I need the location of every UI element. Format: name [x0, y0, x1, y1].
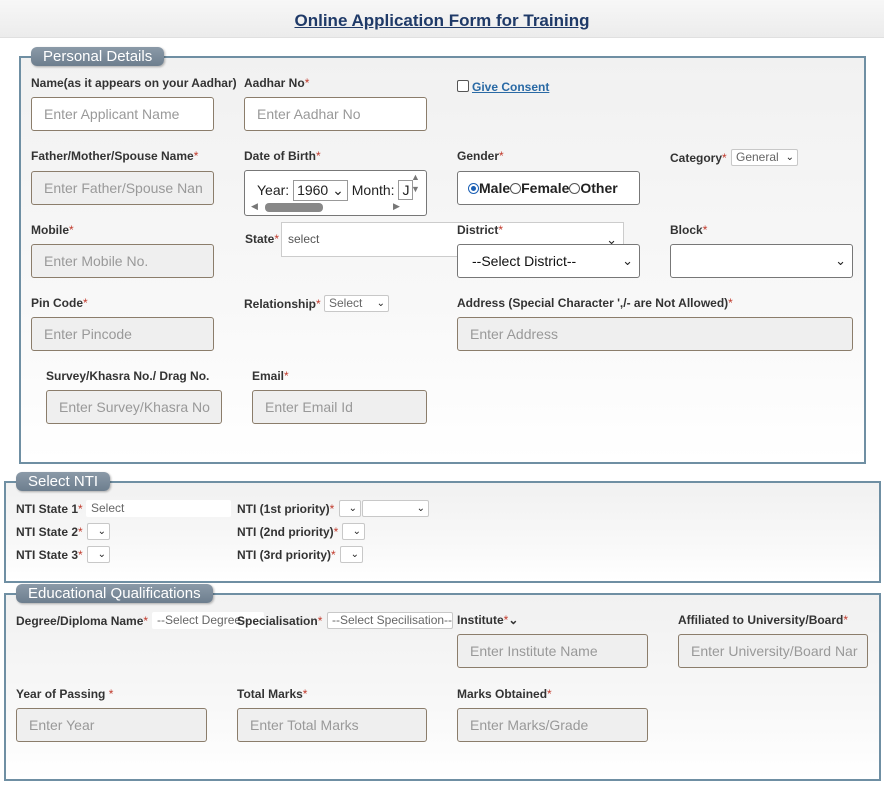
institute-input[interactable]: Enter Institute Name [457, 634, 648, 668]
gender-female-label[interactable]: Female [521, 180, 569, 196]
applicant-name-input[interactable]: Enter Applicant Name [31, 97, 214, 131]
triangle-up-icon[interactable]: ▲ [411, 172, 420, 182]
dob-year-select[interactable]: 1960 ⌄ [293, 180, 348, 201]
address-input[interactable]: Enter Address [457, 317, 853, 351]
triangle-right-icon[interactable]: ▶ [393, 201, 400, 212]
chevron-down-icon[interactable]: ⌄ [508, 613, 518, 627]
marks-obtained-input[interactable]: Enter Marks/Grade [457, 708, 648, 742]
aadhar-input[interactable]: Enter Aadhar No [244, 97, 427, 131]
application-page: Online Application Form for Training Per… [0, 0, 884, 789]
aadhar-label: Aadhar No* [244, 76, 310, 90]
chevron-down-icon: ⌄ [376, 298, 385, 309]
chevron-down-icon: ⌄ [352, 526, 361, 537]
gender-other-radio[interactable] [569, 183, 581, 194]
category-label: Category* [670, 151, 727, 165]
degree-label: Degree/Diploma Name* [16, 614, 149, 628]
category-select[interactable]: General ⌄ [731, 149, 798, 166]
dob-scroll-thumb[interactable] [265, 203, 323, 212]
relationship-select[interactable]: Select ⌄ [324, 295, 389, 312]
chevron-down-icon: ⌄ [348, 503, 357, 514]
nti-p1-option-select[interactable]: ⌄ [362, 500, 429, 517]
block-select[interactable]: ⌄ [670, 244, 853, 278]
state-label: State* [245, 232, 280, 246]
name-label: Name(as it appears on your Aadhar) [31, 76, 237, 90]
nti-state2-select[interactable]: ⌄ [87, 523, 110, 540]
university-label: Affiliated to University/Board* [678, 613, 849, 627]
nti-state3-label: NTI State 3* [16, 548, 83, 562]
university-input[interactable]: Enter University/Board Nar [678, 634, 868, 668]
personal-details-legend: Personal Details [31, 47, 165, 66]
dob-year-label: Year: [257, 182, 290, 198]
specialisation-label: Specialisation* [237, 614, 323, 628]
gender-female-radio[interactable] [510, 183, 522, 194]
chevron-down-icon: ⌄ [350, 549, 359, 560]
nti-p3-select[interactable]: ⌄ [340, 546, 363, 563]
year-of-passing-label: Year of Passing * [16, 687, 114, 701]
chevron-down-icon: ⌄ [785, 152, 794, 163]
specialisation-select[interactable]: --Select Specilisation-- [327, 612, 453, 629]
parent-name-input[interactable]: Enter Father/Spouse Nan [31, 171, 214, 205]
nti-p2-select[interactable]: ⌄ [342, 523, 365, 540]
page-title: Online Application Form for Training [294, 11, 590, 30]
chevron-down-icon: ⌄ [835, 253, 846, 268]
nti-state2-label: NTI State 2* [16, 525, 83, 539]
district-label: District* [457, 223, 504, 237]
title-bar: Online Application Form for Training [0, 0, 884, 38]
total-marks-input[interactable]: Enter Total Marks [237, 708, 427, 742]
block-label: Block* [670, 223, 708, 237]
dob-picker[interactable]: Year: 1960 ⌄ Month: J ▲ ▼ ◀ ▶ [244, 170, 427, 216]
district-select[interactable]: --Select District-- ⌄ [457, 244, 640, 278]
nti-state1-label: NTI State 1* [16, 502, 83, 516]
relationship-label: Relationship* [244, 297, 321, 311]
nti-p1-label: NTI (1st priority)* [237, 502, 335, 516]
survey-label: Survey/Khasra No./ Drag No. [46, 369, 210, 383]
year-of-passing-input[interactable]: Enter Year [16, 708, 207, 742]
nti-p1-select[interactable]: ⌄ [339, 500, 361, 517]
parent-name-label: Father/Mother/Spouse Name* [31, 149, 199, 163]
select-nti-section [4, 481, 881, 583]
survey-input[interactable]: Enter Survey/Khasra No [46, 390, 222, 424]
gender-other-label[interactable]: Other [580, 180, 617, 196]
nti-p3-label: NTI (3rd priority)* [237, 548, 336, 562]
give-consent-link[interactable]: Give Consent [472, 80, 549, 94]
chevron-down-icon: ⌄ [416, 503, 425, 514]
chevron-down-icon: ⌄ [97, 526, 106, 537]
chevron-down-icon: ⌄ [332, 182, 344, 198]
dob-month-label: Month: [351, 182, 395, 198]
triangle-down-icon[interactable]: ▼ [411, 184, 420, 194]
total-marks-label: Total Marks* [237, 687, 308, 701]
email-label: Email* [252, 369, 289, 383]
dob-label: Date of Birth* [244, 149, 321, 163]
nti-state1-select[interactable]: Select [86, 500, 231, 517]
gender-label: Gender* [457, 149, 504, 163]
dob-scrollbar[interactable]: ◀ ▶ [249, 201, 404, 213]
gender-male-radio[interactable] [468, 183, 479, 194]
triangle-left-icon[interactable]: ◀ [251, 201, 258, 212]
pin-code-input[interactable]: Enter Pincode [31, 317, 214, 351]
pin-code-label: Pin Code* [31, 296, 88, 310]
nti-p2-label: NTI (2nd priority)* [237, 525, 339, 539]
education-legend: Educational Qualifications [16, 584, 213, 603]
nti-state3-select[interactable]: ⌄ [87, 546, 110, 563]
consent-checkbox[interactable] [457, 80, 469, 92]
dob-row: Year: 1960 ⌄ Month: J [257, 180, 414, 201]
address-label: Address (Special Character ',/- are Not … [457, 296, 733, 310]
marks-obtained-label: Marks Obtained* [457, 687, 552, 701]
chevron-down-icon: ⌄ [622, 253, 633, 268]
select-nti-legend: Select NTI [16, 472, 111, 491]
gender-radio-group: Male Female Other [457, 171, 640, 205]
mobile-input[interactable]: Enter Mobile No. [31, 244, 214, 278]
chevron-down-icon: ⌄ [97, 549, 106, 560]
consent-control[interactable]: Give Consent [457, 80, 549, 94]
email-input[interactable]: Enter Email Id [252, 390, 427, 424]
institute-label: Institute*⌄ [457, 613, 519, 627]
gender-male-label[interactable]: Male [479, 180, 510, 196]
mobile-label: Mobile* [31, 223, 74, 237]
